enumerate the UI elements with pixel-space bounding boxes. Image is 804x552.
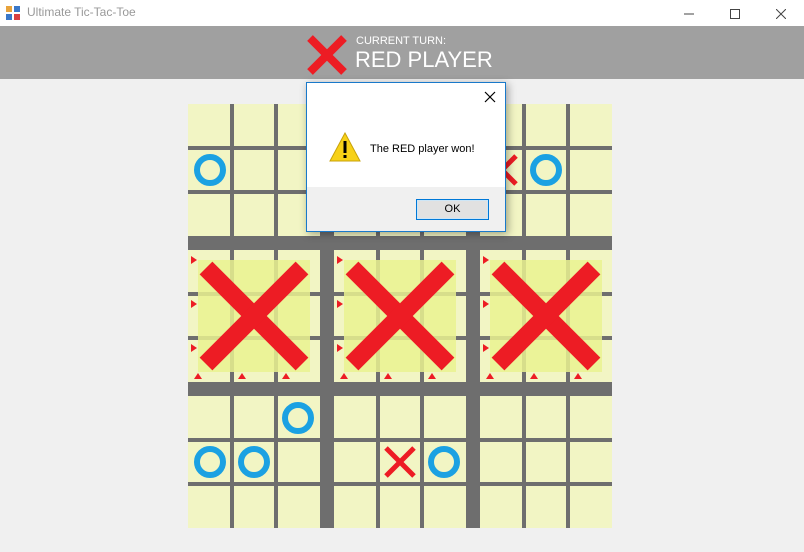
cell-divider bbox=[480, 438, 612, 442]
board-cell[interactable] bbox=[524, 396, 568, 440]
board-cell[interactable] bbox=[422, 484, 466, 528]
cell-divider bbox=[274, 396, 278, 528]
dialog-message: The RED player won! bbox=[370, 143, 475, 155]
app-icon bbox=[6, 6, 20, 20]
board-cell[interactable] bbox=[480, 440, 524, 484]
cell-divider bbox=[188, 190, 320, 194]
board-cell[interactable] bbox=[568, 484, 612, 528]
sub-board bbox=[188, 396, 320, 528]
board-cell[interactable] bbox=[524, 440, 568, 484]
board-cell[interactable] bbox=[276, 484, 320, 528]
board-cell[interactable] bbox=[524, 192, 568, 236]
board-cell[interactable] bbox=[232, 104, 276, 148]
close-button[interactable] bbox=[758, 0, 804, 26]
board-cell[interactable] bbox=[232, 148, 276, 192]
board-cell[interactable] bbox=[568, 396, 612, 440]
cell-divider bbox=[188, 438, 320, 442]
board-cell[interactable] bbox=[334, 484, 378, 528]
board-cell[interactable] bbox=[232, 192, 276, 236]
cell-divider bbox=[230, 396, 234, 528]
board-cell[interactable] bbox=[334, 440, 378, 484]
board-cell[interactable] bbox=[568, 192, 612, 236]
ok-button[interactable]: OK bbox=[416, 199, 489, 220]
dialog-close-icon[interactable] bbox=[481, 88, 499, 106]
dialog-body: The RED player won! bbox=[307, 111, 505, 189]
board-cell[interactable] bbox=[568, 148, 612, 192]
maximize-button[interactable] bbox=[712, 0, 758, 26]
minimize-icon bbox=[684, 13, 694, 15]
cell-divider bbox=[420, 396, 424, 528]
board-cell[interactable] bbox=[422, 396, 466, 440]
cell-divider bbox=[334, 482, 466, 486]
sub-board bbox=[480, 396, 612, 528]
board-cell[interactable] bbox=[524, 104, 568, 148]
cell-divider bbox=[230, 104, 234, 236]
board-cell[interactable] bbox=[232, 484, 276, 528]
cell-divider bbox=[566, 104, 570, 236]
board-cell[interactable] bbox=[378, 396, 422, 440]
board-cell[interactable] bbox=[188, 484, 232, 528]
board-cell[interactable] bbox=[188, 192, 232, 236]
board-cell[interactable] bbox=[524, 484, 568, 528]
cell-divider bbox=[522, 104, 526, 236]
current-turn-label: CURRENT TURN: bbox=[356, 35, 447, 47]
board-cell[interactable] bbox=[232, 396, 276, 440]
board-cell[interactable] bbox=[480, 396, 524, 440]
cell-divider bbox=[376, 396, 380, 528]
cell-divider bbox=[188, 482, 320, 486]
board-cell[interactable] bbox=[568, 104, 612, 148]
turn-header: CURRENT TURN: RED PLAYER bbox=[0, 26, 804, 79]
window-title: Ultimate Tic-Tac-Toe bbox=[27, 5, 136, 19]
board-cell[interactable] bbox=[480, 484, 524, 528]
red-x-icon bbox=[307, 35, 347, 75]
close-icon bbox=[775, 8, 787, 20]
cell-divider bbox=[522, 396, 526, 528]
cell-divider bbox=[334, 438, 466, 442]
board-cell[interactable] bbox=[334, 396, 378, 440]
board-cell[interactable] bbox=[188, 104, 232, 148]
cell-divider bbox=[480, 482, 612, 486]
board-cell[interactable] bbox=[188, 396, 232, 440]
sub-board bbox=[188, 104, 320, 236]
cell-divider bbox=[188, 146, 320, 150]
win-message-dialog: The RED player won! OK bbox=[306, 82, 506, 232]
minimize-button[interactable] bbox=[666, 0, 712, 26]
cell-divider bbox=[566, 396, 570, 528]
maximize-icon bbox=[730, 8, 740, 19]
board-cell[interactable] bbox=[378, 484, 422, 528]
cell-divider bbox=[274, 104, 278, 236]
dialog-footer: OK bbox=[307, 187, 505, 231]
title-bar: Ultimate Tic-Tac-Toe bbox=[0, 0, 804, 26]
board-cell[interactable] bbox=[276, 440, 320, 484]
current-turn-player: RED PLAYER bbox=[355, 47, 493, 72]
warning-icon bbox=[329, 132, 361, 162]
board-cell[interactable] bbox=[568, 440, 612, 484]
